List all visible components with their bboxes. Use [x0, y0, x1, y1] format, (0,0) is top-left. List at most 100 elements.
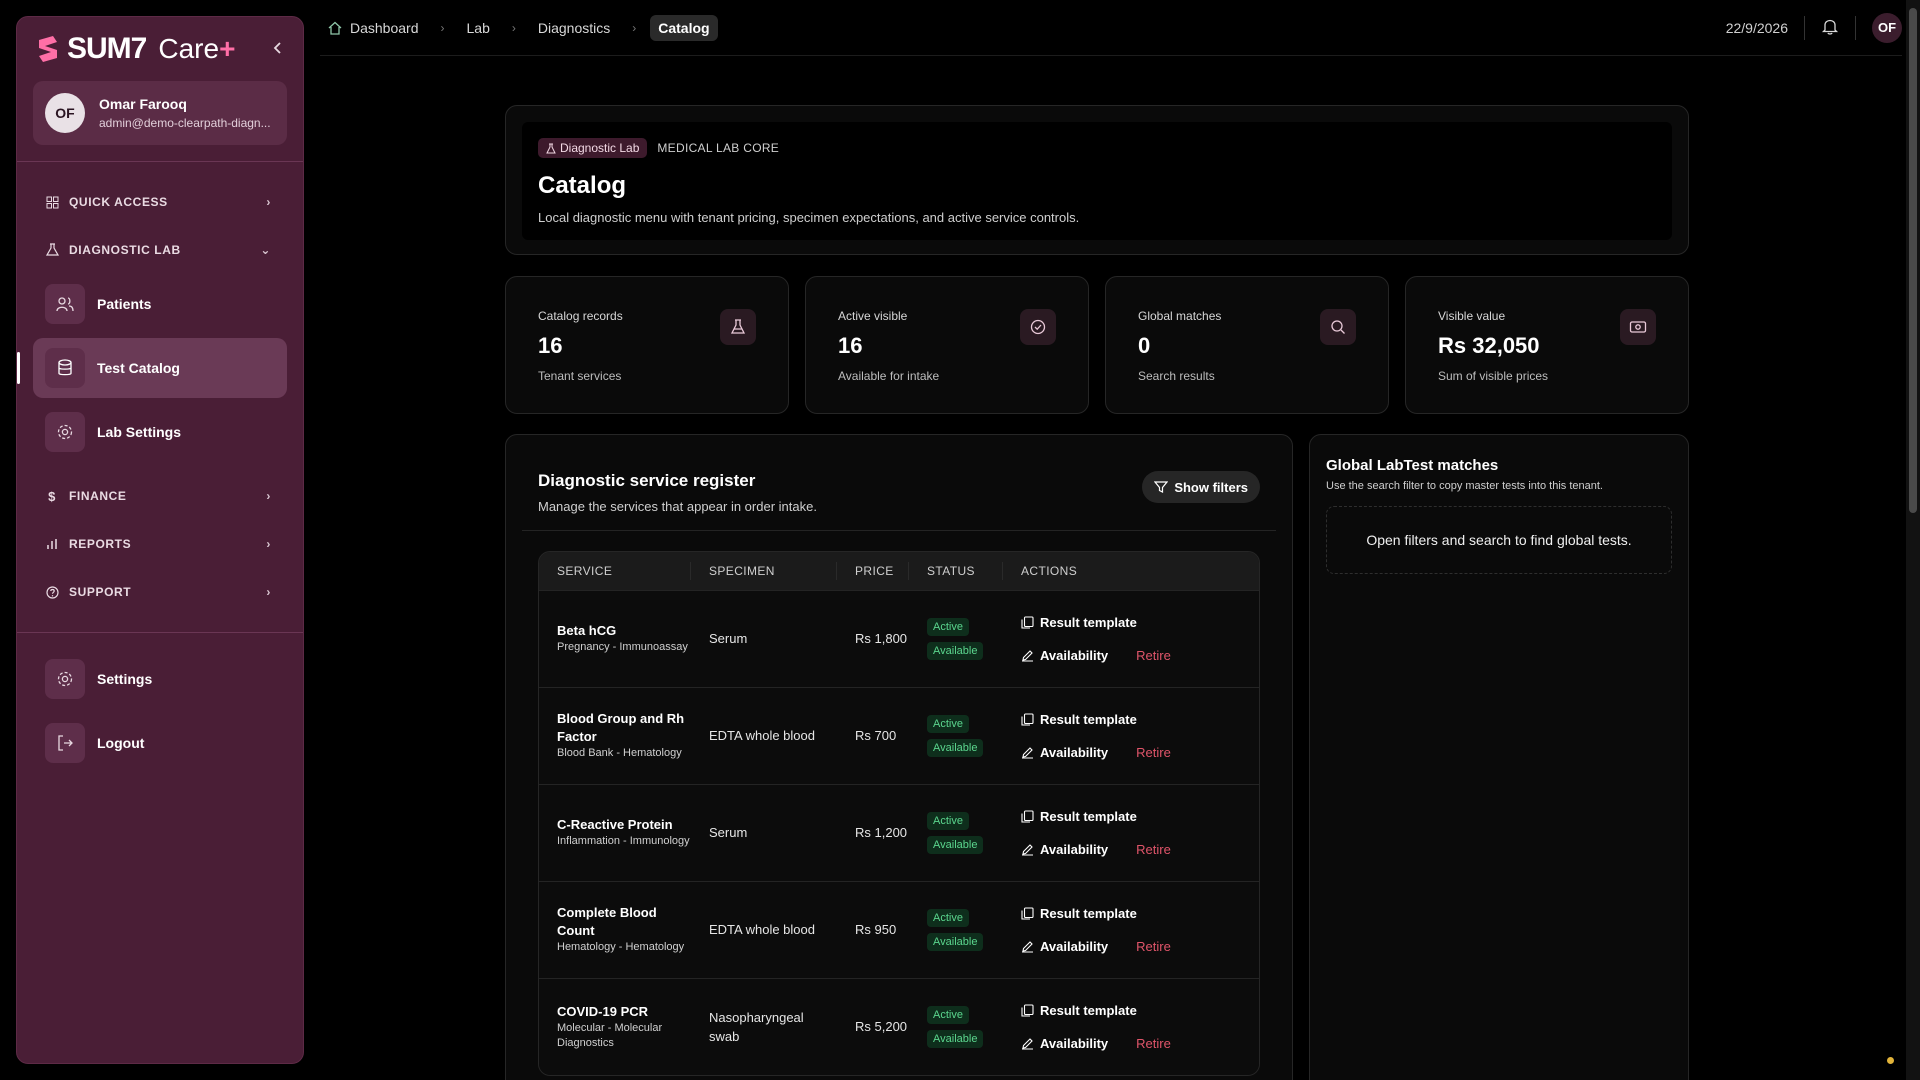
- scrollbar-thumb[interactable]: [1909, 8, 1917, 513]
- profile-avatar[interactable]: OF: [1872, 12, 1902, 43]
- gear-icon: [45, 412, 85, 452]
- app-root: SUM7 Care+ OF Omar Farooq admin@demo-cle…: [0, 0, 1920, 1080]
- status-badge: Active: [927, 1006, 969, 1024]
- top-right-controls: 22/9/2026 OF: [1726, 12, 1902, 43]
- sidebar-item-label: Logout: [97, 735, 145, 751]
- user-name: Omar Farooq: [99, 96, 187, 112]
- sidebar-item-label: Settings: [97, 671, 153, 687]
- sidebar-section-finance[interactable]: $ FINANCE ›: [17, 472, 303, 520]
- specimen-cell: EDTA whole blood: [709, 728, 815, 744]
- register-divider: [522, 530, 1276, 531]
- sidebar-section-diagnostic-lab[interactable]: DIAGNOSTIC LAB ⌄: [17, 226, 303, 274]
- availability-badge: Available: [927, 1030, 984, 1048]
- sidebar-item-settings[interactable]: Settings: [33, 649, 287, 709]
- module-label: MEDICAL LAB CORE: [657, 141, 780, 155]
- breadcrumb-catalog[interactable]: Catalog: [650, 14, 718, 41]
- page-scrollbar[interactable]: [1906, 0, 1920, 1080]
- breadcrumb-dashboard[interactable]: Dashboard: [320, 15, 427, 41]
- topbar-divider: [1855, 15, 1856, 40]
- breadcrumb-lab[interactable]: Lab: [459, 15, 498, 41]
- specimen-cell: EDTA whole blood: [709, 922, 815, 938]
- availability-button[interactable]: Availability: [1021, 745, 1108, 760]
- table-header: SERVICE SPECIMEN PRICE STATUS ACTIONS: [539, 552, 1259, 590]
- service-name: Blood Group and Rh Factor: [557, 711, 685, 745]
- specimen-cell: Nasopharyngeal swab: [709, 1009, 804, 1045]
- actions-cell: Result template Availability Retire: [1003, 1003, 1259, 1051]
- gear-icon: [45, 659, 85, 699]
- global-empty-state: Open filters and search to find global t…: [1326, 506, 1672, 574]
- table-row: Complete Blood Count Hematology - Hemato…: [539, 881, 1259, 978]
- stat-card-global-matches: Global matches 0 Search results: [1105, 276, 1389, 414]
- service-category: Molecular - Molecular Diagnostics: [557, 1021, 663, 1050]
- column-header-price: PRICE: [837, 562, 909, 580]
- dollar-icon: $: [48, 488, 56, 504]
- chevron-left-icon: [273, 41, 281, 54]
- specimen-cell: Serum: [709, 825, 748, 841]
- reports-label: REPORTS: [69, 537, 132, 551]
- chevron-down-icon: ⌄: [260, 243, 271, 257]
- availability-button[interactable]: Availability: [1021, 842, 1108, 857]
- sidebar-item-test-catalog[interactable]: Test Catalog: [17, 338, 287, 398]
- status-badge: Active: [927, 618, 969, 636]
- notifications-button[interactable]: [1821, 17, 1839, 38]
- brand-name: SUM7: [67, 32, 147, 65]
- specimen-cell: Serum: [709, 631, 748, 647]
- show-filters-button[interactable]: Show filters: [1142, 471, 1260, 503]
- retire-button[interactable]: Retire: [1136, 842, 1171, 857]
- table-row: Blood Group and Rh Factor Blood Bank - H…: [539, 687, 1259, 784]
- status-badge: Active: [927, 715, 969, 733]
- collapse-sidebar-button[interactable]: [271, 39, 285, 60]
- brand-care: Care+: [158, 33, 236, 64]
- page-header-inner: Diagnostic Lab MEDICAL LAB CORE Catalog …: [522, 122, 1672, 240]
- availability-badge: Available: [927, 933, 984, 951]
- copy-icon: [1021, 1004, 1034, 1017]
- service-cell: COVID-19 PCR Molecular - Molecular Diagn…: [539, 1003, 691, 1052]
- global-labtest-card: Global LabTest matches Use the search fi…: [1309, 434, 1689, 1080]
- result-template-button[interactable]: Result template: [1021, 906, 1259, 921]
- retire-button[interactable]: Retire: [1136, 939, 1171, 954]
- column-header-specimen: SPECIMEN: [691, 562, 837, 580]
- result-template-button[interactable]: Result template: [1021, 809, 1259, 824]
- sidebar-section-reports[interactable]: REPORTS ›: [17, 520, 303, 568]
- stat-sub: Sum of visible prices: [1438, 369, 1549, 383]
- stat-sub: Tenant services: [538, 369, 622, 383]
- result-template-button[interactable]: Result template: [1021, 712, 1259, 727]
- stat-card-visible-value: Visible value Rs 32,050 Sum of visible p…: [1405, 276, 1689, 414]
- sidebar-item-logout[interactable]: Logout: [33, 713, 287, 773]
- stats-row: Catalog records 16 Tenant services Activ…: [505, 276, 1689, 414]
- sidebar-item-patients[interactable]: Patients: [33, 274, 287, 334]
- status-cell: Active Available: [909, 809, 1003, 857]
- user-card[interactable]: OF Omar Farooq admin@demo-clearpath-diag…: [33, 81, 287, 145]
- availability-button[interactable]: Availability: [1021, 648, 1108, 663]
- result-template-button[interactable]: Result template: [1021, 615, 1259, 630]
- price-cell: Rs 5,200: [855, 1019, 908, 1035]
- sidebar-item-lab-settings[interactable]: Lab Settings: [33, 402, 287, 462]
- result-template-button[interactable]: Result template: [1021, 1003, 1259, 1018]
- service-cell: Complete Blood Count Hematology - Hemato…: [539, 904, 691, 956]
- sidebar-item-label: Test Catalog: [97, 360, 180, 376]
- service-name: COVID-19 PCR: [557, 1003, 649, 1019]
- stat-sub: Available for intake: [838, 369, 940, 383]
- search-icon: [1320, 309, 1356, 345]
- price-cell: Rs 700: [855, 728, 897, 744]
- copy-icon: [1021, 713, 1034, 726]
- breadcrumb-diagnostics[interactable]: Diagnostics: [530, 15, 618, 41]
- copy-icon: [1021, 907, 1034, 920]
- column-header-actions: ACTIONS: [1021, 564, 1078, 578]
- service-register-card: Diagnostic service register Manage the s…: [505, 434, 1293, 1080]
- sidebar-section-quick-access[interactable]: QUICK ACCESS ›: [17, 178, 303, 226]
- top-bar: Dashboard › Lab › Diagnostics › Catalog …: [320, 0, 1902, 56]
- retire-button[interactable]: Retire: [1136, 648, 1171, 663]
- availability-button[interactable]: Availability: [1021, 939, 1108, 954]
- availability-button[interactable]: Availability: [1021, 1036, 1108, 1051]
- brand-logo[interactable]: SUM7 Care+: [35, 32, 235, 66]
- brand-bar: SUM7 Care+: [17, 17, 303, 81]
- status-dot: [1887, 1057, 1894, 1064]
- status-badge: Active: [927, 812, 969, 830]
- chevron-right-icon: ›: [266, 585, 271, 599]
- user-avatar: OF: [45, 93, 85, 133]
- retire-button[interactable]: Retire: [1136, 745, 1171, 760]
- retire-button[interactable]: Retire: [1136, 1036, 1171, 1051]
- chevron-right-icon: ›: [266, 195, 271, 209]
- sidebar-section-support[interactable]: SUPPORT ›: [17, 568, 303, 616]
